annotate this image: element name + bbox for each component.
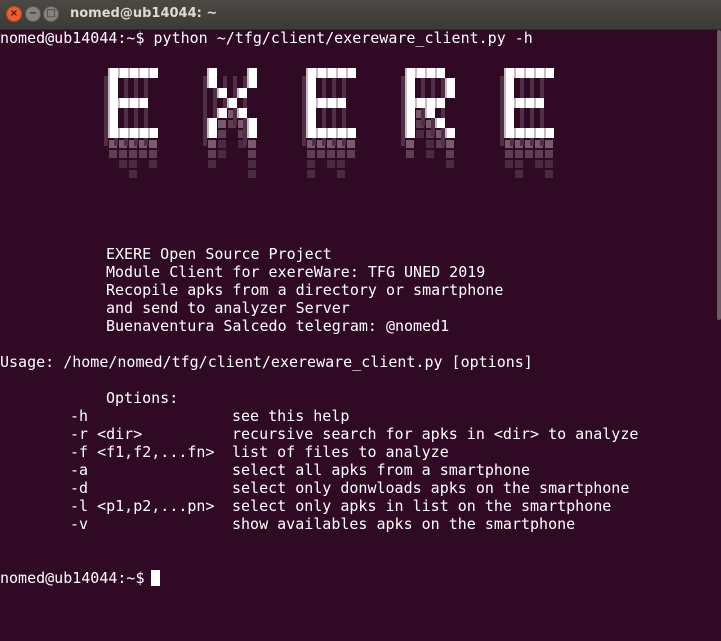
option-desc: recursive search for apks in <dir> to an… [232,425,639,443]
option-flag: -r <dir> [70,425,143,443]
option-desc: see this help [232,407,350,425]
option-desc: select only apks in list on the smartpho… [232,497,612,515]
option-desc: select all apks from a smartphone [232,461,531,479]
option-flag: -f <f1,f2,...fn> [70,443,215,461]
option-desc: list of files to analyze [232,443,449,461]
info-line: Module Client for exereWare: TFG UNED 20… [106,263,486,281]
info-line: Recopile apks from a directory or smartp… [106,281,504,299]
option-flag: -d [70,479,89,497]
shell-prompt: nomed@ub14044:~$ [0,569,145,587]
logo-letters [108,68,554,138]
options-title: Options: [106,389,179,407]
option-desc: select only donwloads apks on the smartp… [232,479,630,497]
info-line: EXERE Open Source Project [106,245,332,263]
info-line: Buenaventura Salcedo telegram: @nomed1 [106,317,450,335]
option-flag: -l <p1,p2,...pn> [70,497,215,515]
logo-drips [104,76,553,178]
terminal-cursor [151,570,160,586]
option-desc: show availables apks on the smartphone [232,515,576,533]
info-line: and send to analyzer Server [106,299,350,317]
option-flag: -a [70,461,89,479]
option-flag: -v [70,515,89,533]
option-flag: -h [70,407,89,425]
exere-ascii-logo [104,68,554,178]
usage-line: Usage: /home/nomed/tfg/client/exereware_… [0,353,533,371]
